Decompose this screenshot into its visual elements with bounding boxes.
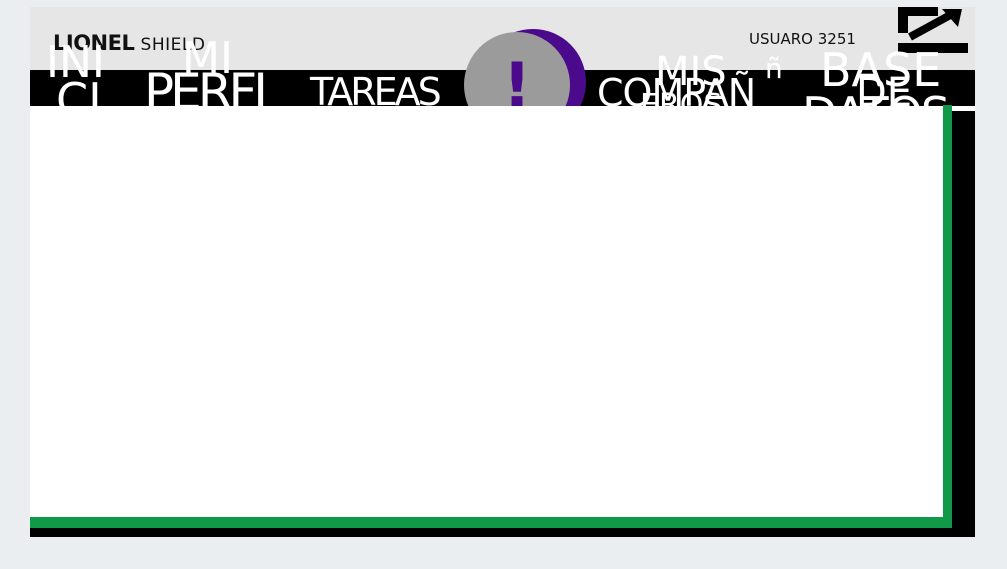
black-right-border [952,111,975,537]
app-frame: LIONEL SHIELD USUARO 3251 INI CI MI PERF… [30,7,975,537]
black-bottom-border [30,528,975,537]
nav-item-mis[interactable]: MIS [655,52,727,92]
green-right-border [943,105,952,528]
main-content-area [30,106,975,537]
green-bottom-border [30,517,952,528]
nav-extra-tilde: ñ [765,52,783,85]
